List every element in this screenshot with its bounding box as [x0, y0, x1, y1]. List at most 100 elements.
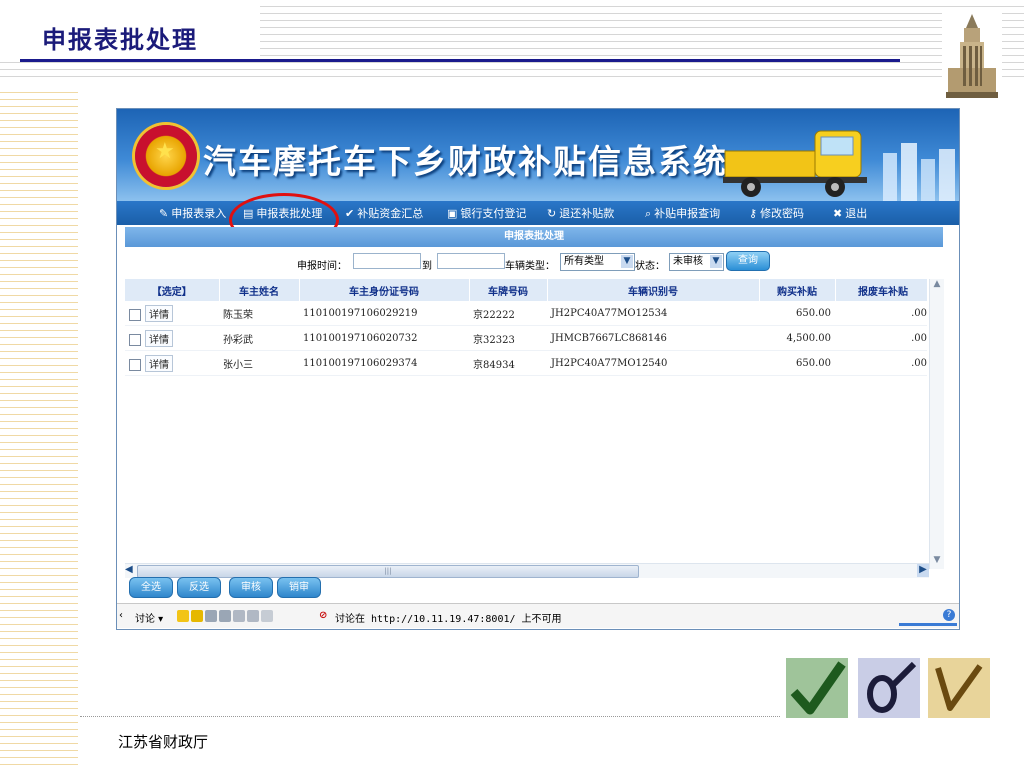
bank-icon: ▣ [447, 207, 458, 220]
to-label: 到 [422, 261, 432, 272]
vehicle-type-label: 车辆类型： [505, 261, 555, 272]
footer-text: 江苏省财政厅 [118, 733, 209, 751]
city-skyline-icon [883, 143, 955, 201]
building-icon [942, 12, 1002, 102]
scrap-subsidy-cell: .00 [835, 301, 927, 326]
discuss-menu[interactable]: 讨论 ▾ [135, 610, 163, 625]
edit-icon[interactable] [205, 610, 217, 622]
pen-check-image-icon [928, 658, 990, 718]
nav-item-bank-payment[interactable]: ▣ 银行支付登记 [447, 205, 526, 221]
collapse-all-icon[interactable] [247, 610, 259, 622]
left-stripe-decoration [0, 86, 78, 768]
refresh-icon[interactable] [219, 610, 231, 622]
owner-id-cell: 110100197106029219 [299, 301, 469, 326]
purchase-subsidy-cell: 650.00 [759, 301, 835, 326]
chevron-down-icon: ▼ [710, 255, 722, 268]
row-checkbox[interactable] [129, 334, 141, 346]
detail-button[interactable]: 详情 [145, 304, 173, 322]
owner-name-cell: 孙彩武 [219, 325, 299, 351]
owner-name-cell: 张小三 [219, 350, 299, 376]
plate-cell: 京32323 [469, 325, 547, 351]
refresh-icon: ↻ [547, 207, 557, 220]
select-all-button[interactable]: 全选 [129, 577, 173, 598]
system-title: 汽车摩托车下乡财政补贴信息系统 [203, 142, 728, 181]
slide-title: 申报表批处理 [42, 25, 198, 54]
date-label: 申报时间： [297, 261, 347, 272]
expand-icon[interactable] [233, 610, 245, 622]
owner-id-cell: 110100197106029374 [299, 350, 469, 376]
table-row: 详情 孙彩武 110100197106020732 京32323 JHMCB76… [125, 325, 927, 351]
search-icon: ⌕ [645, 207, 652, 220]
help-icon[interactable]: ? [943, 609, 955, 621]
footer-rule [80, 716, 780, 717]
date-from-input[interactable] [353, 253, 421, 269]
nav-item-entry[interactable]: ✎ 申报表录入 [159, 205, 226, 221]
vertical-scrollbar[interactable]: ▲ ▼ [929, 279, 944, 569]
approve-button[interactable]: 审核 [229, 577, 273, 598]
app-window: ★ 汽车摩托车下乡财政补贴信息系统 ✎ 申报表录入 ▤ 申报表批处理 ✔ 补贴资金汇总… [116, 108, 960, 630]
discuss-status-message: 讨论在 http://10.11.19.47:8001/ 上不可用 [335, 614, 562, 625]
discuss-toolbar-icons[interactable] [177, 610, 275, 622]
chevron-down-icon: ▼ [621, 255, 633, 268]
vehicle-type-select[interactable]: 所有类型 ▼ [560, 253, 635, 271]
collapse-icon[interactable]: ‹ [119, 610, 123, 621]
status-select[interactable]: 未审核 ▼ [669, 253, 724, 271]
disc-image-icon [858, 658, 920, 718]
pencil-icon: ✎ [159, 207, 169, 220]
nav-item-query[interactable]: ⌕ 补贴申报查询 [645, 205, 720, 221]
nav-item-summary[interactable]: ✔ 补贴资金汇总 [345, 205, 423, 221]
app-banner: ★ 汽车摩托车下乡财政补贴信息系统 [117, 109, 959, 201]
scrap-subsidy-cell: .00 [835, 325, 927, 351]
scroll-up-icon[interactable]: ▲ [930, 279, 944, 293]
row-checkbox[interactable] [129, 359, 141, 371]
check-icon: ✔ [345, 207, 355, 220]
scroll-left-icon[interactable]: ◀ [125, 564, 135, 575]
horizontal-scrollbar[interactable]: ◀ ||| ▶ [125, 563, 929, 578]
table-row: 详情 张小三 110100197106029374 京84934 JH2PC40… [125, 350, 927, 376]
col-scrap-subsidy: 报废车补贴 [835, 279, 927, 301]
section-title: 申报表批处理 [125, 227, 943, 247]
scroll-right-icon[interactable]: ▶ [917, 564, 929, 577]
invert-selection-button[interactable]: 反选 [177, 577, 221, 598]
table-row: 详情 陈玉荣 110100197106029219 京22222 JH2PC40… [125, 301, 927, 326]
key-icon: ⚷ [749, 207, 758, 220]
nav-item-refund[interactable]: ↻ 退还补贴款 [547, 205, 614, 221]
purchase-subsidy-cell: 4,500.00 [759, 325, 835, 351]
cancel-approval-button[interactable]: 销审 [277, 577, 321, 598]
table-header-row: 【选定】 车主姓名 车主身份证号码 车牌号码 车辆识别号 购买补贴 报废车补贴 … [125, 279, 927, 301]
vin-cell: JH2PC40A77MO12540 [547, 350, 759, 376]
filter-bar: 申报时间： 到 车辆类型： 所有类型 ▼ 状态： 未审核 ▼ 查询 [117, 251, 959, 275]
detail-button[interactable]: 详情 [145, 354, 173, 372]
row-checkbox[interactable] [129, 309, 141, 321]
col-select[interactable]: 【选定】 [125, 279, 220, 301]
col-vin: 车辆识别号 [547, 279, 760, 301]
scroll-down-icon[interactable]: ▼ [930, 555, 944, 569]
scrap-subsidy-cell: .00 [835, 350, 927, 376]
purchase-subsidy-cell: 650.00 [759, 350, 835, 376]
close-icon: ✖ [833, 207, 843, 220]
title-rule [20, 59, 900, 62]
truck-icon [723, 130, 867, 197]
discuss-unavailable-icon: ⊘ [319, 610, 328, 621]
vin-cell: JH2PC40A77MO12534 [547, 301, 759, 326]
col-plate: 车牌号码 [469, 279, 548, 301]
col-owner-id: 车主身份证号码 [299, 279, 470, 301]
new-comment-icon[interactable] [177, 610, 189, 622]
date-to-input[interactable] [437, 253, 505, 269]
col-purchase-subsidy: 购买补贴 [759, 279, 836, 301]
col-owner-name: 车主姓名 [219, 279, 300, 301]
status-label: 状态： [635, 261, 665, 272]
reply-icon[interactable] [191, 610, 203, 622]
panel-icon[interactable] [261, 610, 273, 622]
plate-cell: 京84934 [469, 350, 547, 376]
progress-accent [899, 623, 957, 626]
plate-cell: 京22222 [469, 301, 547, 326]
query-button[interactable]: 查询 [726, 251, 770, 271]
detail-button[interactable]: 详情 [145, 329, 173, 347]
owner-id-cell: 110100197106020732 [299, 325, 469, 351]
vin-cell: JHMCB7667LC868146 [547, 325, 759, 351]
nav-item-logout[interactable]: ✖ 退出 [833, 205, 867, 221]
nav-item-change-password[interactable]: ⚷ 修改密码 [749, 205, 804, 221]
national-emblem-icon: ★ [135, 125, 197, 187]
browser-discuss-bar: ‹ 讨论 ▾ ⊘ 讨论在 http://10.11.19.47:8001/ 上不… [117, 603, 959, 628]
